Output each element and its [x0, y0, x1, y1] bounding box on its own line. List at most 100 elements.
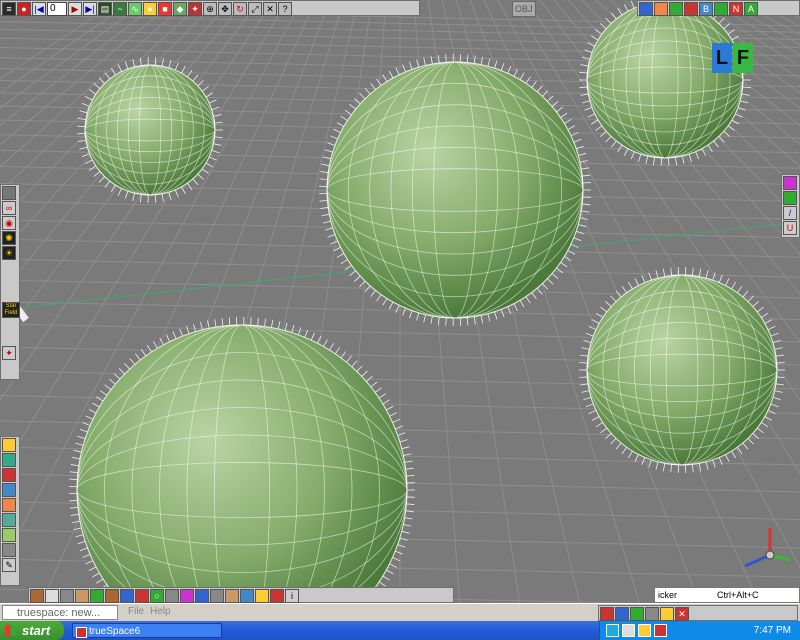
grid-icon[interactable] [783, 191, 797, 205]
left-toolbar-top: ∞ ◉ ✺ ☀ Star Field ✦ [0, 184, 20, 380]
frame-number-field[interactable]: 0 [47, 2, 67, 16]
display-options-icon[interactable] [684, 2, 698, 16]
pencil-icon[interactable]: / [783, 206, 797, 220]
security-icon[interactable] [654, 624, 667, 637]
link-icon[interactable]: ∞ [2, 201, 16, 215]
paint-icon[interactable]: ■ [158, 2, 172, 16]
rewind-icon[interactable]: |◀ [32, 2, 46, 16]
face-icon[interactable] [225, 589, 239, 603]
color-icon[interactable] [2, 483, 16, 497]
tube-icon[interactable] [180, 589, 194, 603]
rotate-tool-icon[interactable]: ↻ [233, 2, 247, 16]
anti-alias-icon[interactable]: A [744, 2, 758, 16]
windows-taskbar: start trueSpace6 7:47 PM [0, 621, 800, 640]
render-scene-icon[interactable] [639, 2, 653, 16]
view-cube-left-face[interactable]: L [712, 43, 732, 73]
text-icon[interactable] [120, 589, 134, 603]
render-object-icon[interactable] [654, 2, 668, 16]
top-toolbar: ≡ ● |◀ 0 ▶ ▶| ▤ ~ ∿ ● ■ ◆ ✦ ⊕ ✥ ↻ ⤢ ✕ ? [0, 0, 420, 16]
start-button[interactable]: start [0, 621, 64, 640]
zoom-tool-icon[interactable]: ⊕ [203, 2, 217, 16]
printer-icon[interactable] [638, 624, 651, 637]
right-toolbar: / U [781, 174, 800, 238]
cube-icon[interactable] [30, 589, 44, 603]
view-cube[interactable]: L F [712, 37, 754, 73]
delete-icon[interactable]: ✕ [675, 607, 689, 621]
taskbar-item-label: trueSpace6 [89, 626, 141, 637]
plugin-icon[interactable] [240, 589, 254, 603]
hotkey-panel[interactable]: icker Ctrl+Alt+C [654, 587, 800, 603]
render-bak-icon[interactable]: B [699, 2, 713, 16]
next-frame-icon[interactable]: ▶| [83, 2, 97, 16]
sphere-icon[interactable] [45, 589, 59, 603]
hotkey-shortcut: Ctrl+Alt+C [717, 590, 759, 600]
hairy-sphere-object[interactable] [579, 0, 751, 166]
scene-canvas[interactable] [0, 0, 800, 605]
toolbar-gap [2, 261, 18, 301]
primitives-icon[interactable] [2, 438, 16, 452]
object-library-icon[interactable] [2, 186, 16, 200]
sun-icon[interactable]: ☀ [2, 246, 16, 260]
deform-icon[interactable] [2, 453, 16, 467]
path-icon[interactable]: ~ [113, 2, 127, 16]
star-field-button[interactable]: Star Field [2, 302, 20, 318]
plane-icon[interactable] [75, 589, 89, 603]
landscape-icon[interactable] [2, 528, 16, 542]
hairy-sphere-object[interactable] [77, 57, 223, 203]
settings-icon[interactable] [645, 607, 659, 621]
cone-icon[interactable] [60, 589, 74, 603]
hairy-sphere-object[interactable] [579, 267, 785, 473]
record-icon[interactable]: ● [17, 2, 31, 16]
no-for-icon[interactable]: N [729, 2, 743, 16]
material-icon[interactable] [255, 589, 269, 603]
object-tool-icon[interactable]: ✦ [188, 2, 202, 16]
windows-logo-icon [5, 625, 16, 636]
sweep-icon[interactable]: ○ [150, 589, 164, 603]
tools-icon[interactable] [2, 543, 16, 557]
truespace-status-bar: truespace: new... File Help ✕ [0, 603, 800, 622]
torus-icon[interactable] [90, 589, 104, 603]
boolean-icon[interactable] [2, 468, 16, 482]
keyframe-editor-icon[interactable]: ▤ [98, 2, 112, 16]
pin-icon[interactable] [660, 607, 674, 621]
metaball-icon[interactable] [195, 589, 209, 603]
hairy-sphere-object[interactable] [69, 317, 415, 605]
lathe-icon[interactable] [135, 589, 149, 603]
render-icon[interactable] [270, 589, 284, 603]
magnet-icon[interactable]: U [783, 221, 797, 235]
help-icon[interactable]: ? [278, 2, 292, 16]
light-icon[interactable]: ✺ [2, 231, 16, 245]
pen-icon[interactable]: ✎ [2, 558, 16, 572]
menu-help[interactable]: Help [150, 606, 171, 617]
play-icon[interactable]: ▶ [68, 2, 82, 16]
volume-icon[interactable] [622, 624, 635, 637]
library-icon[interactable] [630, 607, 644, 621]
cylinder-icon[interactable] [105, 589, 119, 603]
network-icon[interactable] [606, 624, 619, 637]
spline-icon[interactable]: ∿ [128, 2, 142, 16]
eye-move-icon[interactable]: ✥ [218, 2, 232, 16]
extrude-icon[interactable] [165, 589, 179, 603]
render-icon[interactable]: ◆ [173, 2, 187, 16]
material-sphere-icon[interactable] [2, 498, 16, 512]
scale-tool-icon[interactable]: ⤢ [248, 2, 262, 16]
material-icon[interactable]: ● [143, 2, 157, 16]
camera-icon[interactable]: ✦ [2, 346, 16, 360]
scene-title-field[interactable]: truespace: new... [2, 605, 118, 620]
view-tool-icon[interactable]: ✕ [263, 2, 277, 16]
taskbar-item-truespace[interactable]: trueSpace6 [72, 623, 222, 638]
redo-icon[interactable] [615, 607, 629, 621]
render-to-file-icon[interactable] [669, 2, 683, 16]
eye-icon[interactable]: ◉ [2, 216, 16, 230]
undo-icon[interactable] [600, 607, 614, 621]
menu-file[interactable]: File [128, 606, 144, 617]
menu-icon[interactable]: ≡ [2, 2, 16, 16]
3d-viewport[interactable] [0, 0, 800, 605]
hairy-sphere-object[interactable] [319, 54, 591, 326]
view-cube-front-face[interactable]: F [733, 43, 753, 73]
info-icon[interactable]: i [285, 589, 299, 603]
hair-icon[interactable] [210, 589, 224, 603]
navigation-icon[interactable] [783, 176, 797, 190]
solid-mode-icon[interactable] [714, 2, 728, 16]
mesh-icon[interactable] [2, 513, 16, 527]
